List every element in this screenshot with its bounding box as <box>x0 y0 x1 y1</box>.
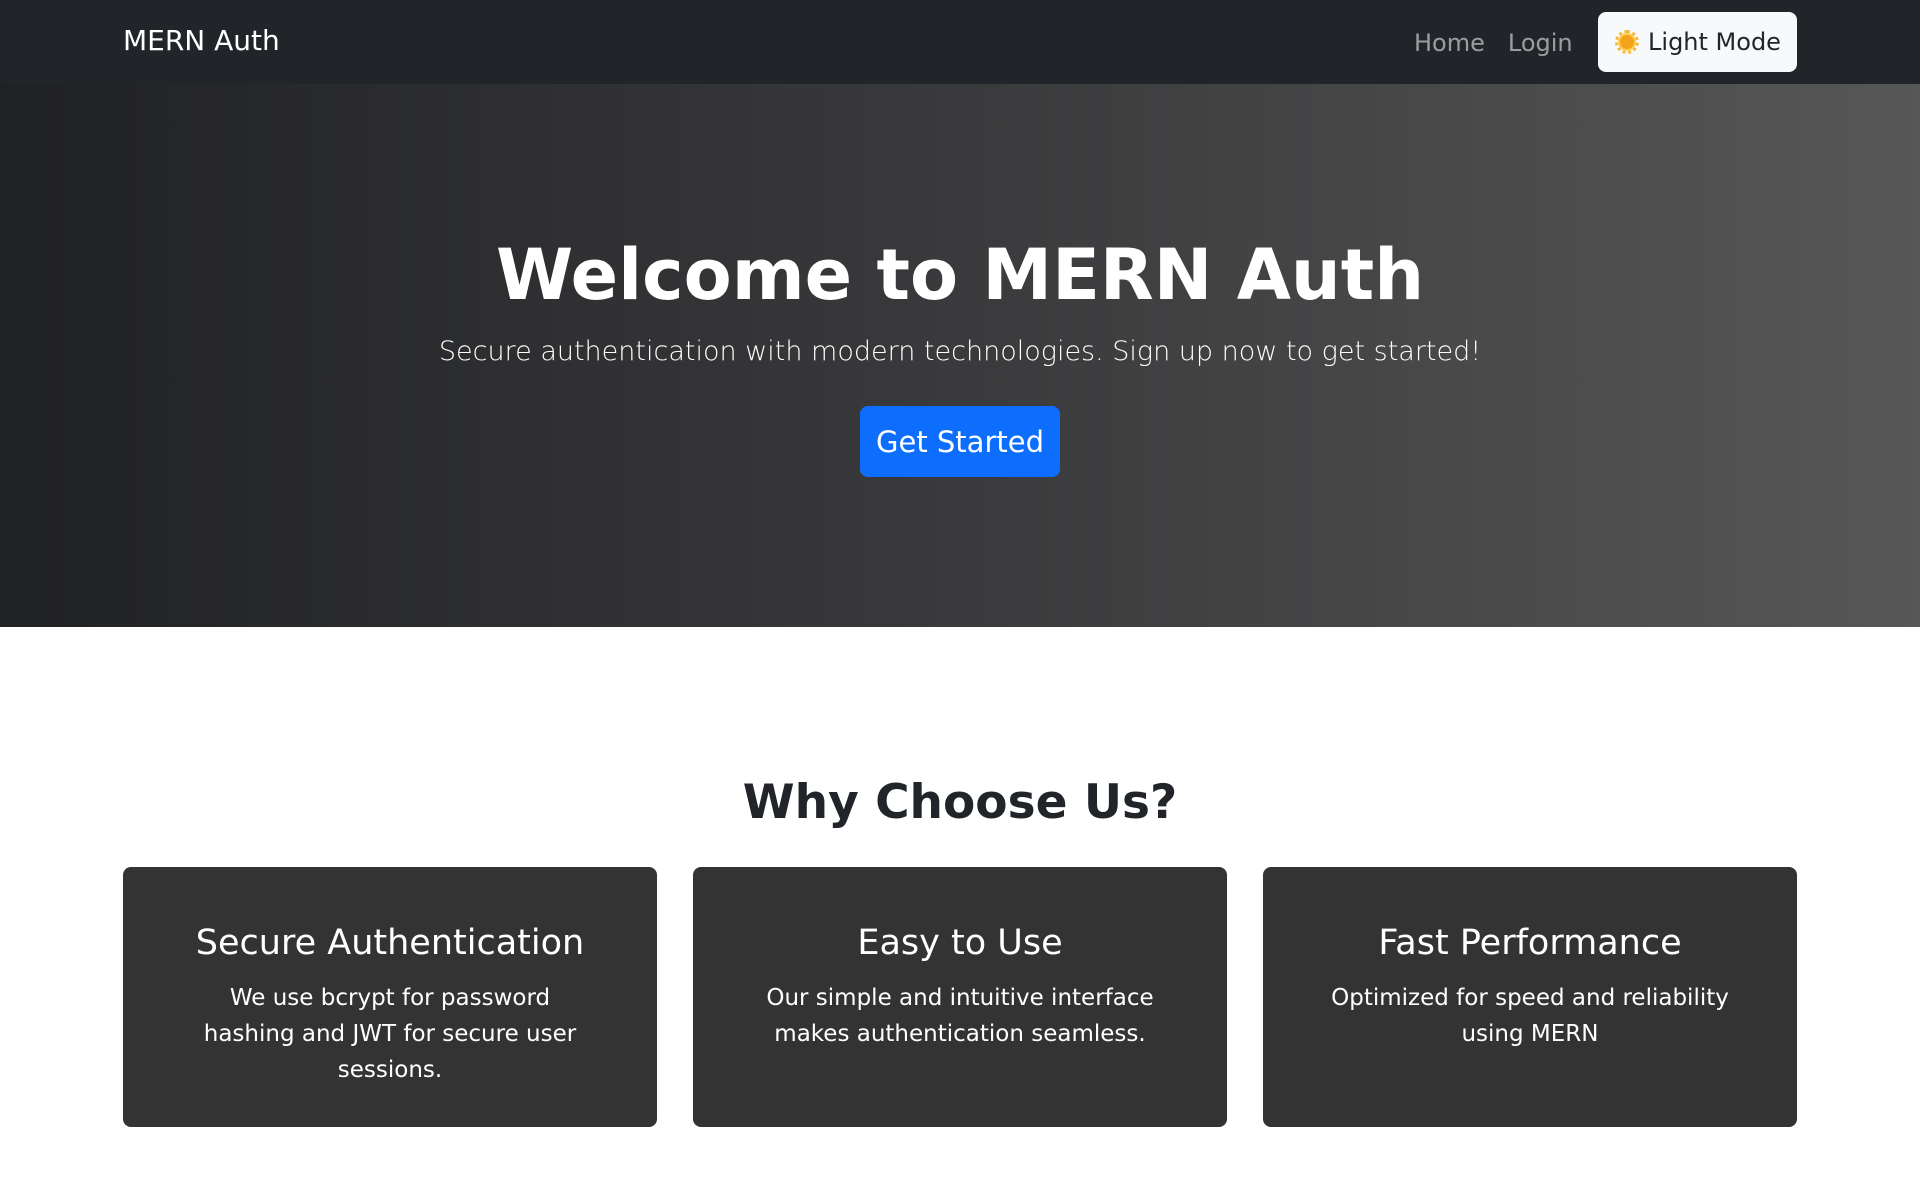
feature-card-text: We use bcrypt for password hashing and J… <box>203 985 577 1083</box>
nav-link-home[interactable]: Home <box>1414 29 1485 57</box>
hero-section: Welcome to MERN Auth Secure authenticati… <box>0 84 1920 627</box>
light-mode-toggle-button[interactable]: Light Mode <box>1598 12 1797 72</box>
sun-icon <box>1614 29 1640 55</box>
hero-subtitle: Secure authentication with modern techno… <box>438 336 1482 367</box>
feature-card-fast-performance: Fast Performance Optimized for speed and… <box>1263 867 1797 1127</box>
navbar: MERN Auth Home Login Light Mode <box>0 0 1920 84</box>
nav-links: Home Login <box>1414 28 1573 58</box>
feature-card-easy-to-use: Easy to Use Our simple and intuitive int… <box>693 867 1227 1127</box>
light-mode-label: Light Mode <box>1648 28 1781 56</box>
feature-card-title: Easy to Use <box>857 923 1063 963</box>
nav-link-login[interactable]: Login <box>1508 29 1573 57</box>
feature-card-title: Fast Performance <box>1378 923 1682 963</box>
features-heading: Why Choose Us? <box>742 775 1178 830</box>
feature-card-title: Secure Authentication <box>195 923 585 963</box>
feature-card-text: Our simple and intuitive interface makes… <box>766 985 1154 1047</box>
feature-card-secure-authentication: Secure Authentication We use bcrypt for … <box>123 867 657 1127</box>
feature-card-text: Optimized for speed and reliability usin… <box>1331 985 1729 1047</box>
get-started-button[interactable]: Get Started <box>860 406 1060 477</box>
brand-link[interactable]: MERN Auth <box>123 24 280 57</box>
hero-title: Welcome to MERN Auth <box>495 234 1425 316</box>
